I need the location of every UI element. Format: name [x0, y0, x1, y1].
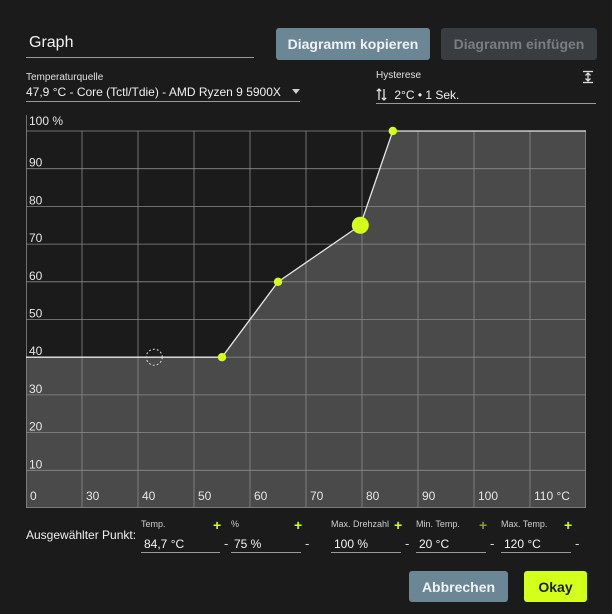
field-percent-label: %: [231, 519, 240, 529]
x-tick-label: 60: [254, 489, 268, 503]
field-max-temp-input[interactable]: 120 °C: [501, 533, 571, 553]
y-tick-label: 100 %: [29, 115, 63, 128]
x-tick-label: 90: [422, 489, 436, 503]
field-percent-increment-button[interactable]: +: [294, 518, 302, 532]
chevron-down-icon: [292, 89, 300, 94]
field-min-temp-increment-button[interactable]: +: [479, 518, 487, 532]
field-min-temp-input[interactable]: 20 °C: [416, 533, 486, 553]
paste-chart-button: Diagramm einfügen: [441, 28, 597, 60]
field-max-temp-label: Max. Temp.: [501, 519, 548, 529]
x-tick-label: 40: [142, 489, 156, 503]
y-tick-label: 30: [29, 382, 43, 396]
y-tick-label: 90: [29, 156, 43, 170]
y-tick-label: 20: [29, 420, 43, 434]
ok-button[interactable]: Okay: [524, 571, 587, 602]
x-tick-label: 110 °C: [534, 489, 570, 503]
field-temp-input[interactable]: 84,7 °C: [141, 533, 220, 553]
curve-point-selected[interactable]: [351, 216, 369, 234]
temperature-source-select[interactable]: 47,9 °C - Core (Tctl/Tdie) - AMD Ryzen 9…: [26, 82, 300, 102]
selected-point-label: Ausgewählter Punkt:: [26, 528, 137, 542]
temperature-source-value: 47,9 °C - Core (Tctl/Tdie) - AMD Ryzen 9…: [26, 85, 281, 99]
field-max-speed-input[interactable]: 100 %: [331, 533, 401, 553]
field-temp-label: Temp.: [141, 519, 166, 529]
y-tick-label: 10: [29, 457, 43, 471]
cancel-button[interactable]: Abbrechen: [409, 571, 508, 602]
field-max-speed-label: Max. Drehzahl: [331, 519, 390, 529]
y-tick-label: 50: [29, 307, 43, 321]
field-percent-input[interactable]: 75 %: [231, 533, 301, 553]
y-tick-label: 40: [29, 344, 43, 358]
hysteresis-field[interactable]: 2°C • 1 Sek.: [376, 84, 596, 104]
x-tick-label: 50: [198, 489, 212, 503]
x-tick-label: 30: [86, 489, 100, 503]
field-max-temp-increment-button[interactable]: +: [564, 518, 572, 532]
hysteresis-label: Hysterese: [376, 70, 422, 81]
copy-chart-button[interactable]: Diagramm kopieren: [276, 28, 430, 60]
field-max-temp-decrement-button[interactable]: -: [575, 536, 579, 551]
x-tick-label: 70: [310, 489, 324, 503]
curve-point[interactable]: [217, 353, 227, 362]
y-tick-label: 70: [29, 231, 43, 245]
field-temp-decrement-button[interactable]: -: [224, 536, 228, 551]
field-max-speed-increment-button[interactable]: +: [394, 518, 402, 532]
collapse-icon[interactable]: [581, 70, 595, 84]
x-tick-label: 100: [478, 489, 498, 503]
hysteresis-value: 2°C • 1 Sek.: [394, 88, 460, 102]
y-tick-label: 60: [29, 269, 43, 283]
fan-curve-chart[interactable]: 100 %9080706050403020100 30 40 50 60 70 80 90 10…: [26, 115, 586, 508]
field-max-speed-decrement-button[interactable]: -: [405, 536, 409, 551]
y-tick-label: 80: [29, 193, 43, 207]
x-tick-label: 80: [366, 489, 380, 503]
field-temp-increment-button[interactable]: +: [213, 518, 221, 532]
graph-name-input[interactable]: Graph: [26, 30, 254, 58]
field-min-temp-label: Min. Temp.: [416, 519, 460, 529]
arrows-up-down-icon: [376, 88, 387, 101]
x-tick-label: 0: [30, 489, 37, 503]
curve-point[interactable]: [273, 277, 283, 286]
field-min-temp-decrement-button[interactable]: -: [490, 536, 494, 551]
curve-point[interactable]: [388, 126, 397, 136]
field-percent-decrement-button[interactable]: -: [305, 536, 309, 551]
